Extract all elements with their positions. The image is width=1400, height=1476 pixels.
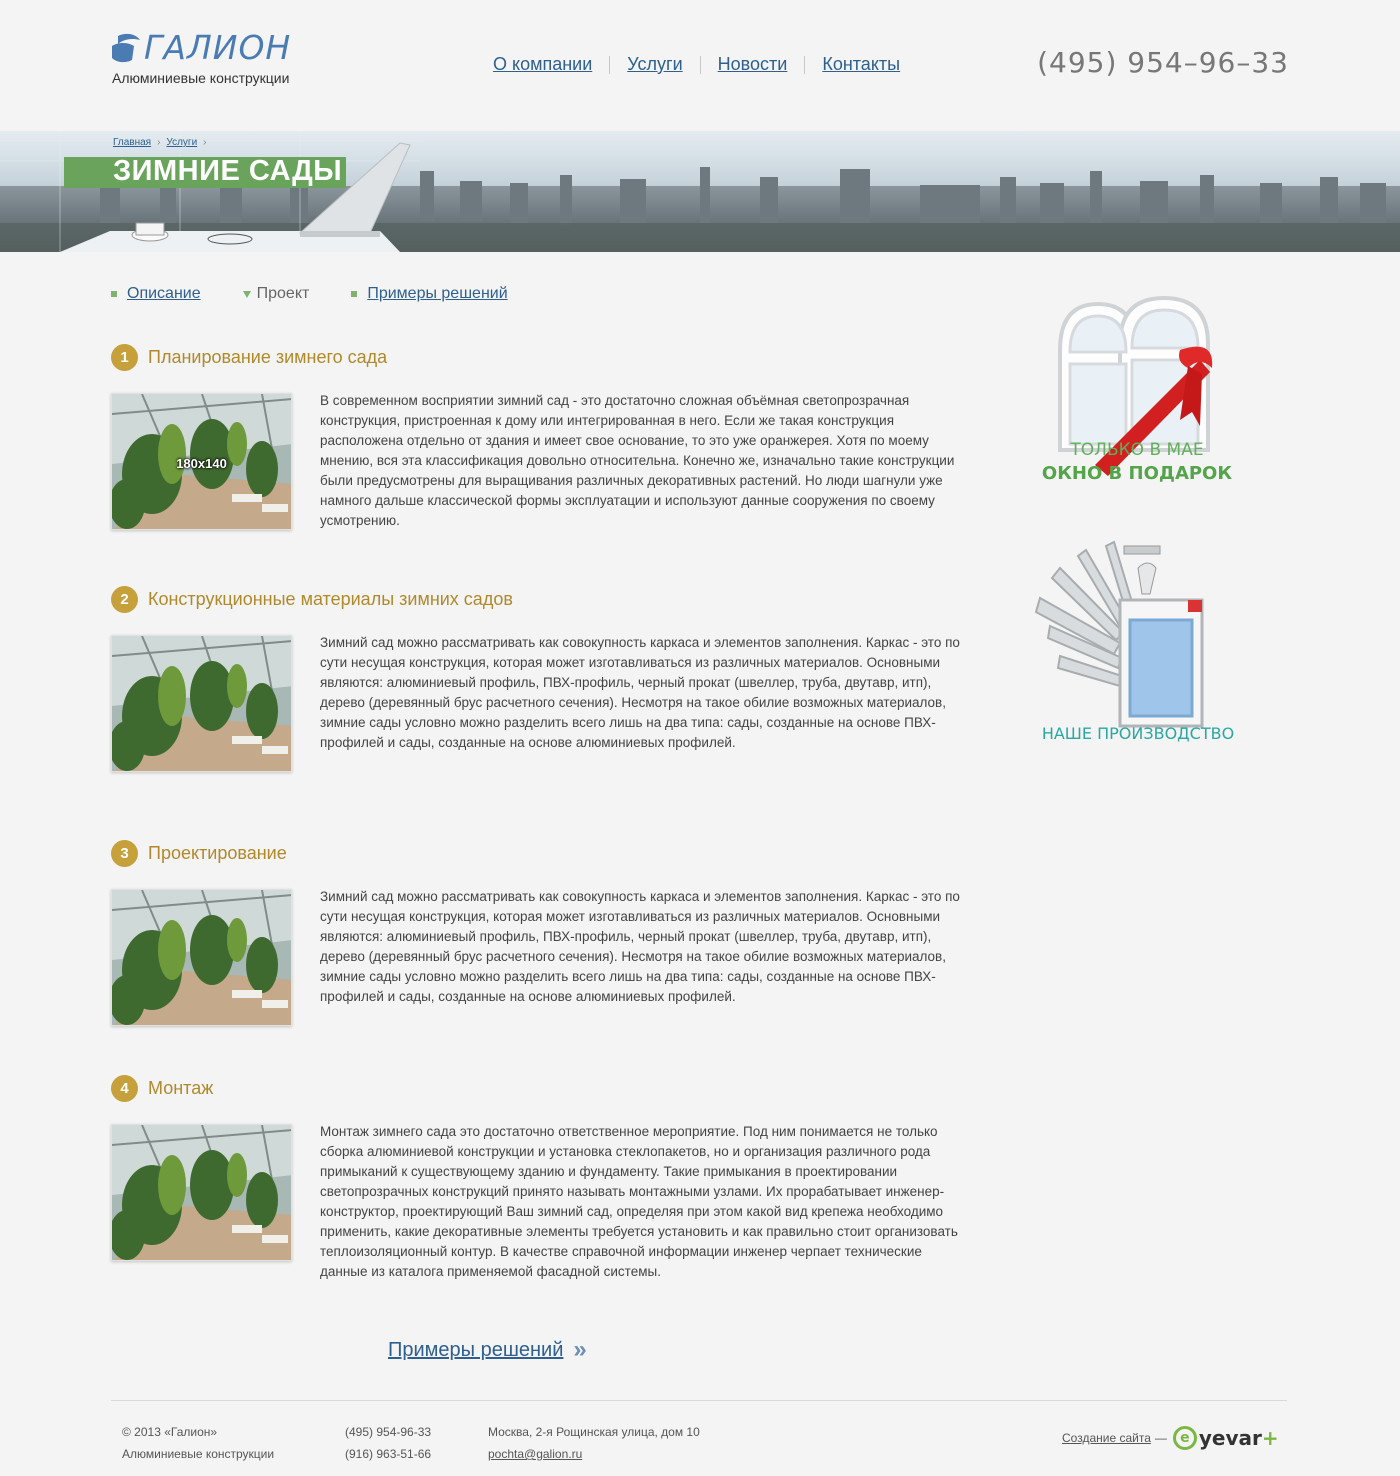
main-nav: О компании Услуги Новости Контакты [476,54,917,75]
breadcrumb: Главная › Услуги › [113,137,207,148]
section-header: 2 Конструкционные материалы зимних садов [111,585,971,613]
breadcrumb-home[interactable]: Главная [113,137,151,148]
footer-phone-2: (916) 963-51-66 [345,1447,432,1461]
section-text: Зимний сад можно рассматривать как совок… [320,889,960,1004]
footer-company: © 2013 «Галион» Алюминиевые конструкции [122,1421,274,1465]
production-promo-label[interactable]: НАШЕ ПРОИЗВОДСТВО [1030,724,1246,743]
yevar-logo[interactable]: e yevar + [1172,1426,1279,1450]
section-number-badge: 2 [111,585,138,613]
winter-garden-image [112,1125,291,1260]
triangle-down-icon [242,290,251,298]
winter-garden-thumbnail[interactable] [111,1124,292,1261]
section-materials: 2 Конструкционные материалы зимних садов… [111,585,971,772]
footer-email-link[interactable]: pochta@galion.ru [488,1447,582,1461]
winter-garden-thumbnail[interactable] [111,889,292,1026]
site-creation-link[interactable]: Создание сайта [1062,1431,1151,1445]
section-number-badge: 4 [111,1074,138,1102]
winter-garden-image [112,636,291,771]
section-installation: 4 Монтаж Монтаж зимнего сада это достато… [111,1074,971,1279]
section-number-badge: 3 [111,839,138,867]
section-header: 4 Монтаж [111,1074,971,1102]
yevar-e-icon: e [1172,1426,1197,1450]
nav-contacts[interactable]: Контакты [805,54,917,75]
section-title: Конструкционные материалы зимних садов [148,588,513,609]
section-text: Монтаж зимнего сада это достаточно ответ… [320,1124,958,1279]
breadcrumb-chevron-icon: › [157,137,161,148]
section-text: Зимний сад можно рассматривать как совок… [320,635,960,750]
footer-company-desc: Алюминиевые конструкции [122,1447,275,1461]
square-bullet-icon [351,291,358,297]
breadcrumb-chevron-icon: › [203,137,207,148]
section-text: В современном восприятии зимний сад - эт… [320,393,955,528]
square-bullet-icon [111,291,117,297]
gift-promo-line2[interactable]: ОКНО В ПОДАРОК [1040,463,1234,484]
tab-examples[interactable]: Примеры решений [351,285,508,303]
window-profile-production-image[interactable] [1030,538,1210,728]
tab-description-link[interactable]: Описание [127,285,201,303]
footer-address: Москва, 2-я Рощинская улица, дом 10 [488,1425,700,1439]
ship-sail-icon [112,33,140,63]
yevar-logo-text: yevar [1198,1426,1262,1450]
tab-project[interactable]: Проект [242,285,310,303]
developer-dash: — [1154,1431,1167,1445]
section-number-badge: 1 [111,343,138,371]
examples-link-block: Примеры решений » [388,1336,587,1364]
footer-contacts: Москва, 2-я Рощинская улица, дом 10 poch… [488,1421,700,1465]
breadcrumb-services[interactable]: Услуги [166,137,197,148]
page-banner [0,131,1400,252]
thumbnail-size-label: 180x140 [176,456,227,471]
section-title: Планирование зимнего сада [148,346,388,367]
winter-garden-thumbnail[interactable] [111,635,292,772]
logo-text: ГАЛИОН [144,28,292,67]
winter-garden-thumbnail[interactable]: 180x140 [111,393,292,530]
city-skyline-image [0,131,1400,252]
section-header: 3 Проектирование [111,839,971,867]
tab-examples-link[interactable]: Примеры решений [367,285,507,303]
footer-divider [111,1400,1287,1401]
section-planning: 1 Планирование зимнего сада 180x140 В со… [111,343,971,530]
gift-window-promo-image[interactable] [1040,290,1240,490]
nav-news[interactable]: Новости [701,54,805,75]
footer-copyright: © 2013 «Галион» [122,1425,218,1439]
gift-promo-line1[interactable]: ТОЛЬКО В МАЕ [1040,440,1234,460]
section-design: 3 Проектирование Зимний сад можно рассма… [111,839,971,1026]
section-header: 1 Планирование зимнего сада [111,343,971,371]
tab-project-label: Проект [256,285,310,302]
tab-description[interactable]: Описание [111,285,201,303]
double-chevron-right-icon[interactable]: » [573,1336,586,1364]
nav-about[interactable]: О компании [476,54,609,75]
section-title: Монтаж [148,1077,214,1098]
logo-subtitle: Алюминиевые конструкции [112,70,290,86]
section-title: Проектирование [148,842,287,863]
section-tabs: Описание Проект Примеры решений [111,285,550,303]
header-phone: (495) 954–96–33 [1037,46,1289,79]
nav-services[interactable]: Услуги [610,54,699,75]
page-title: ЗИМНИЕ САДЫ [113,155,343,187]
footer-phones: (495) 954-96-33 (916) 963-51-66 [345,1421,431,1465]
examples-link[interactable]: Примеры решений [388,1339,563,1362]
winter-garden-image [112,890,291,1025]
footer-phone-1: (495) 954-96-33 [345,1425,432,1439]
footer-developer: Создание сайта — e yevar + [1062,1426,1279,1450]
yevar-plus-icon: + [1261,1426,1279,1450]
